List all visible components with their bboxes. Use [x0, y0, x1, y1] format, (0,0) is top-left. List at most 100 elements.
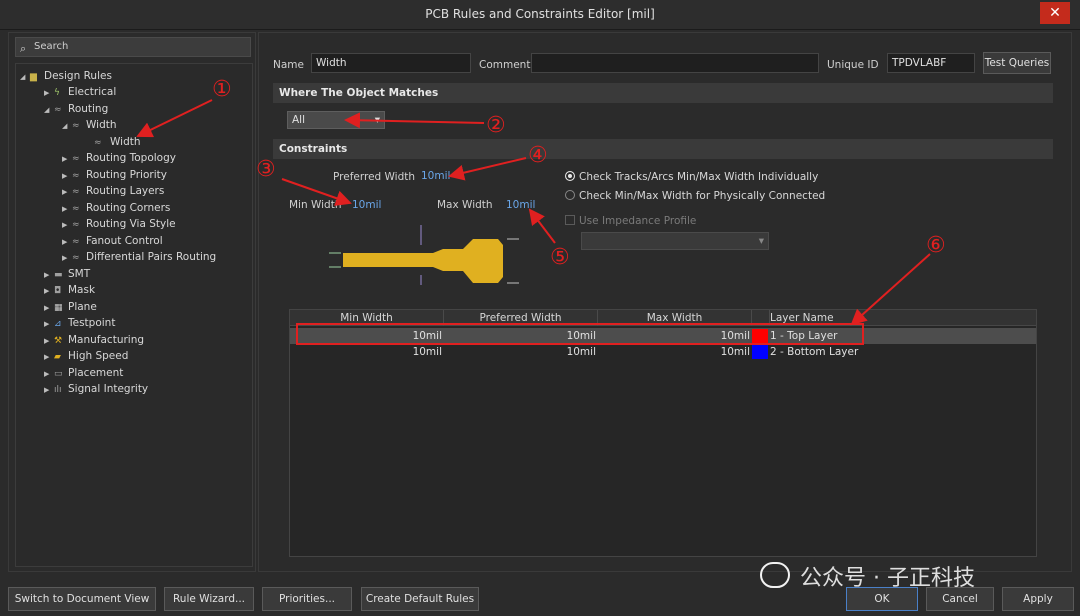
name-label: Name	[273, 59, 304, 71]
folder-icon: ▆	[30, 72, 37, 82]
collapsed-arrow-icon[interactable]: ▶	[62, 201, 72, 217]
cell-layer-name: 2 - Bottom Layer	[770, 346, 859, 358]
collapsed-arrow-icon[interactable]: ▶	[44, 366, 54, 382]
min-width-value[interactable]: 10mil	[352, 199, 381, 211]
comment-field[interactable]	[531, 53, 819, 73]
max-width-value[interactable]: 10mil	[506, 199, 535, 211]
layer-color-swatch	[752, 345, 768, 359]
tree-item-signal-integrity[interactable]: ▶ ılı Signal Integrity	[44, 381, 148, 397]
table-row[interactable]: 10mil 10mil 10mil 2 - Bottom Layer	[290, 344, 1036, 360]
cell-max-width[interactable]: 10mil	[598, 328, 752, 344]
table-row[interactable]: 10mil 10mil 10mil 1 - Top Layer	[290, 328, 1036, 344]
tree-item-plane[interactable]: ▶ ▦ Plane	[44, 299, 97, 315]
rules-tree-panel: ⌕ Search ◢ ▆ Design Rules ▶ ϟ Electrical ◢ ≈ R…	[8, 32, 256, 572]
create-default-rules-button[interactable]: Create Default Rules	[361, 587, 479, 611]
tree-item-width-rule[interactable]: ≈ Width	[94, 134, 258, 150]
tree-item-design-rules[interactable]: ◢ ▆ Design Rules	[20, 68, 112, 84]
tree-item-testpoint[interactable]: ▶ ⊿ Testpoint	[44, 315, 115, 331]
tree-item-fanout-control[interactable]: ▶ ≈ Fanout Control	[62, 233, 163, 249]
collapsed-arrow-icon[interactable]: ▶	[62, 234, 72, 250]
tree-item-placement[interactable]: ▶ ▭ Placement	[44, 365, 123, 381]
placement-icon: ▭	[54, 369, 63, 379]
tree-item-mask[interactable]: ▶ ◘ Mask	[44, 282, 95, 298]
unique-id-label: Unique ID	[827, 59, 879, 71]
switch-to-document-view-button[interactable]: Switch to Document View	[8, 587, 156, 611]
testpoint-icon: ⊿	[54, 319, 62, 329]
column-color[interactable]	[752, 310, 770, 326]
rule-icon: ≈	[72, 253, 80, 263]
collapsed-arrow-icon[interactable]: ▶	[62, 217, 72, 233]
tree-item-smt[interactable]: ▶ ▬ SMT	[44, 266, 90, 282]
search-input[interactable]: ⌕ Search	[15, 37, 251, 57]
tree-item-electrical[interactable]: ▶ ϟ Electrical	[44, 84, 116, 100]
tree-item-high-speed[interactable]: ▶ ▰ High Speed	[44, 348, 128, 364]
collapsed-arrow-icon[interactable]: ▶	[44, 85, 54, 101]
tree-item-routing-priority[interactable]: ▶ ≈ Routing Priority	[62, 167, 167, 183]
impedance-profile-select[interactable]: ▾	[581, 232, 769, 250]
smt-icon: ▬	[54, 270, 63, 280]
cell-layer-name: 1 - Top Layer	[770, 330, 838, 342]
collapsed-arrow-icon[interactable]: ▶	[44, 349, 54, 365]
radio-unselected-icon	[565, 190, 575, 200]
unique-id-field[interactable]: TPDVLABF	[887, 53, 975, 73]
wechat-logo-icon	[760, 562, 790, 588]
column-preferred-width[interactable]: Preferred Width	[444, 310, 598, 326]
collapsed-arrow-icon[interactable]: ▶	[44, 316, 54, 332]
collapsed-arrow-icon[interactable]: ▶	[62, 250, 72, 266]
rules-tree[interactable]: ◢ ▆ Design Rules ▶ ϟ Electrical ◢ ≈ Routing ◢ ≈…	[15, 63, 253, 567]
collapsed-arrow-icon[interactable]: ▶	[44, 283, 54, 299]
rule-editor-panel: Name Width Comment Unique ID TPDVLABF Te…	[258, 32, 1072, 572]
rule-icon: ≈	[72, 204, 80, 214]
check-connected-radio[interactable]: Check Min/Max Width for Physically Conne…	[565, 190, 825, 202]
cell-max-width[interactable]: 10mil	[598, 344, 752, 360]
cell-preferred-width[interactable]: 10mil	[444, 328, 598, 344]
expanded-arrow-icon[interactable]: ◢	[20, 69, 30, 85]
dropdown-icon: ▾	[374, 114, 380, 126]
mask-icon: ◘	[54, 286, 62, 296]
where-object-matches-header: Where The Object Matches	[273, 83, 1053, 103]
tree-item-routing-layers[interactable]: ▶ ≈ Routing Layers	[62, 183, 164, 199]
cell-min-width[interactable]: 10mil	[290, 344, 444, 360]
preferred-width-value[interactable]: 10mil	[421, 170, 450, 182]
table-header: Min Width Preferred Width Max Width Laye…	[290, 310, 1036, 326]
close-button[interactable]: ✕	[1040, 2, 1070, 24]
cell-min-width[interactable]: 10mil	[290, 328, 444, 344]
test-queries-button[interactable]: Test Queries	[983, 52, 1051, 74]
tree-item-routing-corners[interactable]: ▶ ≈ Routing Corners	[62, 200, 170, 216]
column-max-width[interactable]: Max Width	[598, 310, 752, 326]
collapsed-arrow-icon[interactable]: ▶	[62, 151, 72, 167]
layer-width-table: Min Width Preferred Width Max Width Laye…	[289, 309, 1037, 557]
constraints-header: Constraints	[273, 139, 1053, 159]
tree-item-manufacturing[interactable]: ▶ ⚒ Manufacturing	[44, 332, 144, 348]
check-individually-radio[interactable]: Check Tracks/Arcs Min/Max Width Individu…	[565, 171, 818, 183]
tree-item-routing-topology[interactable]: ▶ ≈ Routing Topology	[62, 150, 176, 166]
tree-item-differential-pairs-routing[interactable]: ▶ ≈ Differential Pairs Routing	[62, 249, 216, 265]
collapsed-arrow-icon[interactable]: ▶	[44, 382, 54, 398]
collapsed-arrow-icon[interactable]: ▶	[44, 333, 54, 349]
rule-wizard-button[interactable]: Rule Wizard...	[164, 587, 254, 611]
apply-button[interactable]: Apply	[1002, 587, 1074, 611]
watermark-text: 公众号 · 子正科技	[800, 566, 975, 591]
tree-item-routing-via-style[interactable]: ▶ ≈ Routing Via Style	[62, 216, 176, 232]
name-field[interactable]: Width	[311, 53, 471, 73]
column-layer-name[interactable]: Layer Name	[770, 310, 1036, 326]
expanded-arrow-icon[interactable]: ◢	[62, 118, 72, 134]
collapsed-arrow-icon[interactable]: ▶	[44, 300, 54, 316]
column-min-width[interactable]: Min Width	[290, 310, 444, 326]
window-title: PCB Rules and Constraints Editor [mil]	[425, 7, 655, 21]
rule-icon: ≈	[94, 138, 102, 148]
tree-item-width-group[interactable]: ◢ ≈ Width	[62, 117, 117, 133]
scope-select[interactable]: All ▾	[287, 111, 385, 129]
expanded-arrow-icon[interactable]: ◢	[44, 102, 54, 118]
tree-item-routing[interactable]: ◢ ≈ Routing	[44, 101, 108, 117]
title-bar: PCB Rules and Constraints Editor [mil] ✕	[0, 0, 1080, 30]
collapsed-arrow-icon[interactable]: ▶	[44, 267, 54, 283]
collapsed-arrow-icon[interactable]: ▶	[62, 184, 72, 200]
checkbox-icon	[565, 215, 575, 225]
priorities-button[interactable]: Priorities...	[262, 587, 352, 611]
use-impedance-checkbox[interactable]: Use Impedance Profile	[565, 215, 696, 227]
cell-preferred-width[interactable]: 10mil	[444, 344, 598, 360]
electrical-icon: ϟ	[54, 88, 60, 98]
radio-selected-icon	[565, 171, 575, 181]
collapsed-arrow-icon[interactable]: ▶	[62, 168, 72, 184]
